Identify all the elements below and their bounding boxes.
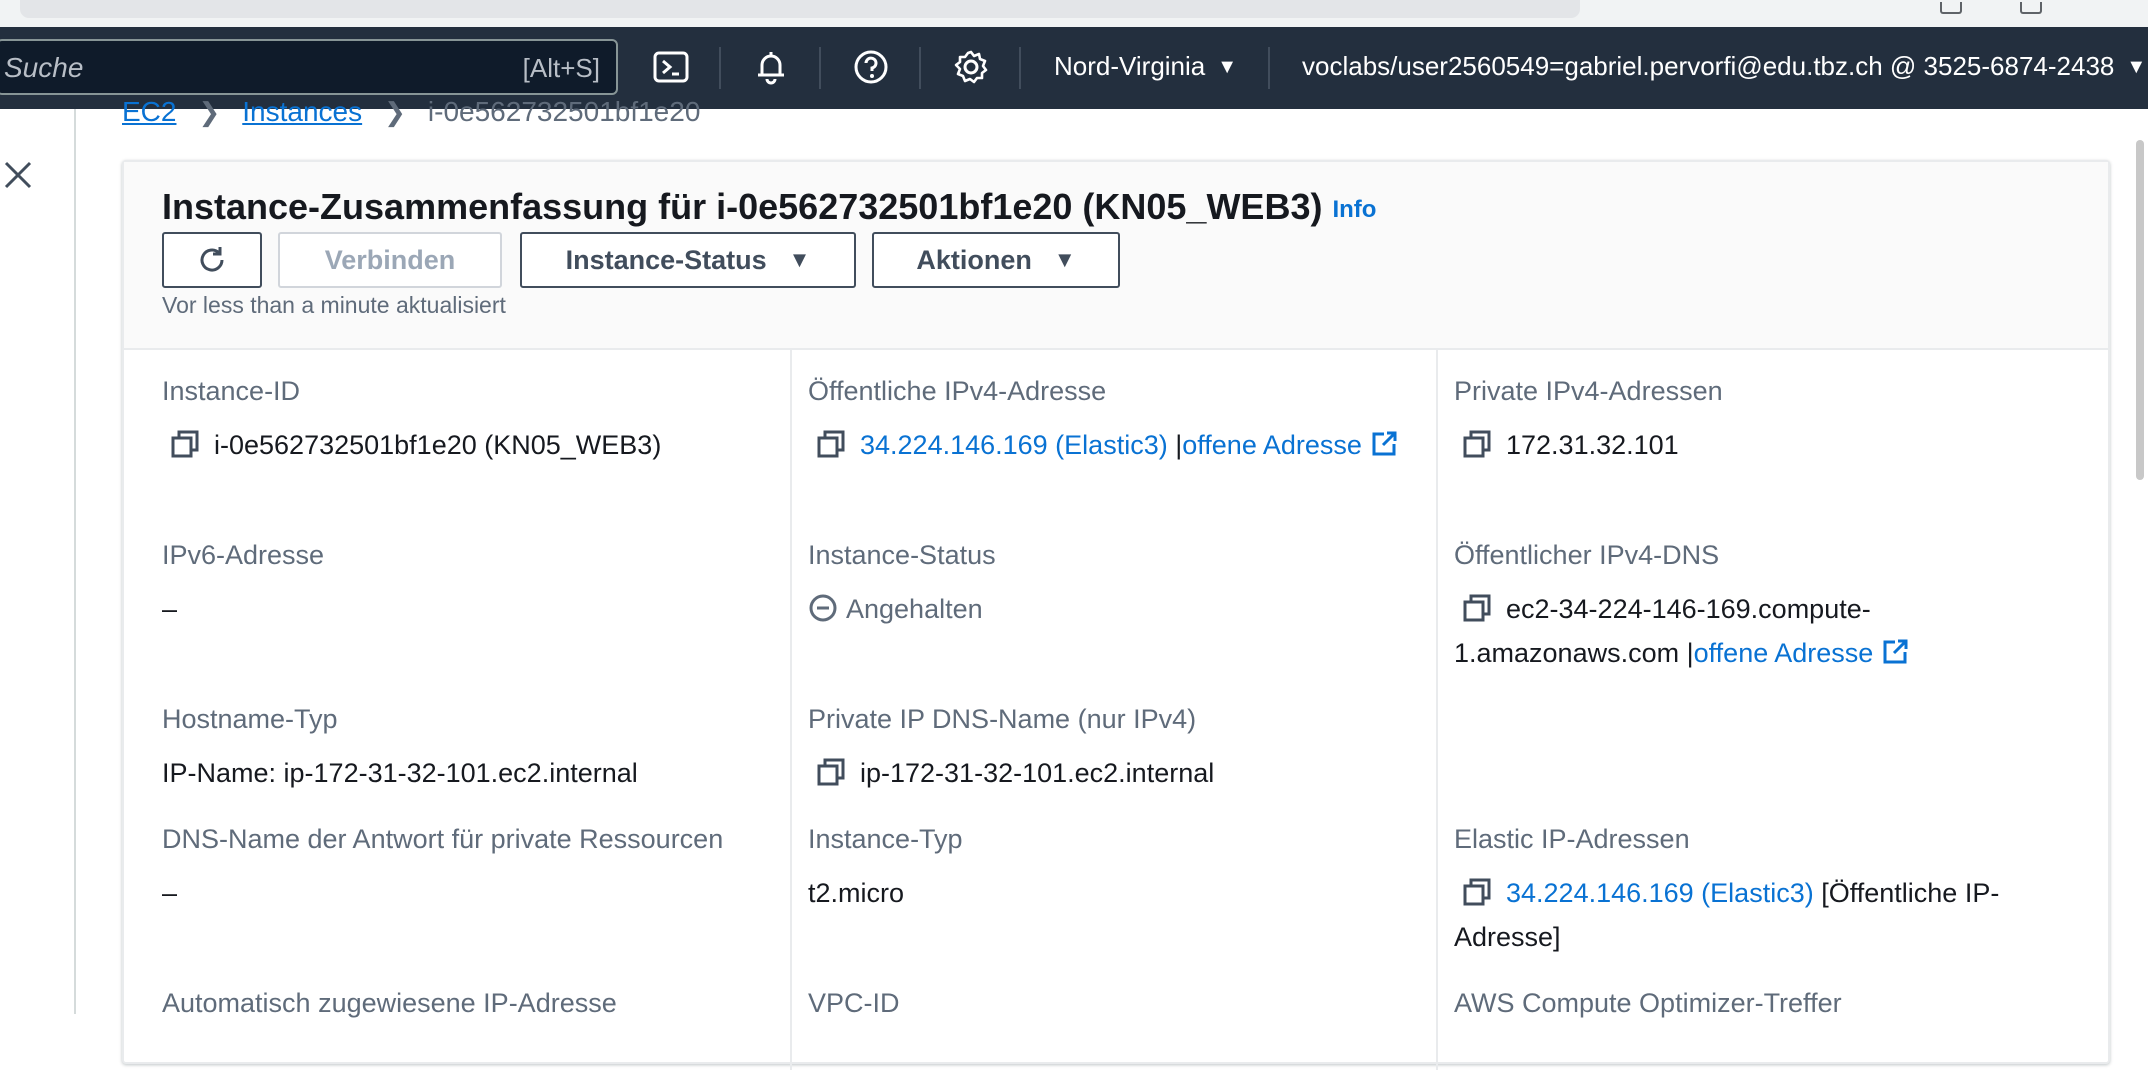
browser-icon[interactable]	[2020, 2, 2042, 14]
field-dns-answer-name: DNS-Name der Antwort für private Ressour…	[162, 824, 782, 915]
field-label: Automatisch zugewiesene IP-Adresse	[162, 988, 617, 1018]
page-scrollbar[interactable]	[2136, 140, 2144, 480]
copy-icon[interactable]	[1462, 429, 1492, 459]
copy-icon[interactable]	[1462, 877, 1492, 907]
status-text: Angehalten	[846, 594, 983, 624]
external-link-icon[interactable]	[1370, 430, 1398, 458]
field-label: IPv6-Adresse	[162, 540, 325, 570]
separator-text: |	[1686, 638, 1694, 668]
breadcrumb-current: i-0e562732501bf1e20	[427, 96, 701, 127]
field-label: Öffentlicher IPv4-DNS	[1454, 540, 1720, 570]
field-public-dns: Öffentlicher IPv4-DNS ec2-34-224-146-169…	[1454, 540, 2074, 675]
cloudshell-icon[interactable]	[649, 45, 693, 89]
close-icon[interactable]	[2, 159, 34, 191]
address-bar[interactable]	[20, 0, 1580, 18]
title-text: Instance-Zusammenfassung für i-0e5627325…	[162, 186, 1323, 227]
field-label: Instance-Status	[808, 540, 996, 570]
field-private-dns: Private IP DNS-Name (nur IPv4) ip-172-31…	[808, 704, 1408, 795]
refresh-icon	[200, 247, 224, 272]
chevron-right-icon: ❯	[198, 97, 221, 127]
account-menu[interactable]: voclabs/user2560549=gabriel.pervorfi@edu…	[1302, 51, 2146, 82]
elastic-ip-link[interactable]: 34.224.146.169 (Elastic3)	[1506, 878, 1814, 908]
field-value: ip-172-31-32-101.ec2.internal	[860, 758, 1215, 788]
nav-separator	[1268, 47, 1270, 89]
account-label: voclabs/user2560549=gabriel.pervorfi@edu…	[1302, 51, 2115, 81]
open-address-link[interactable]: offene Adresse	[1182, 430, 1362, 460]
instance-state-dropdown[interactable]: Instance-Status ▼	[520, 232, 856, 288]
browser-tab-strip	[0, 0, 2148, 27]
public-ip-link[interactable]: 34.224.146.169 (Elastic3)	[860, 430, 1168, 460]
field-value: IP-Name: ip-172-31-32-101.ec2.internal	[162, 758, 638, 788]
field-public-ipv4: Öffentliche IPv4-Adresse 34.224.146.169 …	[808, 376, 1408, 467]
browser-icon[interactable]	[1940, 2, 1962, 14]
field-label: AWS Compute Optimizer-Treffer	[1454, 988, 1842, 1018]
field-value: 172.31.32.101	[1506, 430, 1679, 460]
field-label: Instance-ID	[162, 376, 301, 406]
copy-icon[interactable]	[1462, 593, 1492, 623]
field-label: Instance-Typ	[808, 824, 963, 854]
search-box[interactable]: [Alt+S]	[0, 39, 618, 95]
field-label: Private IPv4-Adressen	[1454, 376, 1723, 406]
help-icon[interactable]	[849, 45, 893, 89]
field-value: –	[162, 594, 178, 624]
field-label: Private IP DNS-Name (nur IPv4)	[808, 704, 1197, 734]
column-divider	[790, 350, 792, 1070]
caret-down-icon: ▼	[1217, 56, 1238, 78]
search-input[interactable]	[2, 41, 486, 95]
field-instance-type: Instance-Typ t2.micro	[808, 824, 1408, 915]
field-label: Elastic IP-Adressen	[1454, 824, 1690, 854]
open-address-link[interactable]: offene Adresse	[1694, 638, 1874, 668]
actions-label: Aktionen	[916, 244, 1032, 275]
field-label: VPC-ID	[808, 988, 900, 1018]
field-auto-assigned-ip: Automatisch zugewiesene IP-Adresse	[162, 988, 782, 1019]
breadcrumb: EC2 ❯ Instances ❯ i-0e562732501bf1e20	[122, 96, 700, 128]
field-vpc-id: VPC-ID	[808, 988, 1408, 1019]
external-link-icon[interactable]	[1881, 638, 1909, 666]
breadcrumb-instances-link[interactable]: Instances	[242, 96, 362, 127]
side-navigation-collapsed	[0, 109, 76, 1014]
copy-icon[interactable]	[816, 757, 846, 787]
breadcrumb-ec2-link[interactable]: EC2	[122, 96, 176, 127]
field-label: Hostname-Typ	[162, 704, 338, 734]
field-instance-state: Instance-Status Angehalten	[808, 540, 1408, 631]
refresh-button[interactable]	[162, 232, 262, 288]
column-divider	[1436, 350, 1438, 1070]
nav-separator	[919, 47, 921, 89]
gear-icon[interactable]	[949, 45, 993, 89]
field-label: DNS-Name der Antwort für private Ressour…	[162, 824, 724, 854]
field-private-ipv4: Private IPv4-Adressen 172.31.32.101	[1454, 376, 2074, 467]
copy-icon[interactable]	[170, 429, 200, 459]
actions-dropdown[interactable]: Aktionen ▼	[872, 232, 1120, 288]
nav-separator	[819, 47, 821, 89]
page-title: Instance-Zusammenfassung für i-0e5627325…	[162, 186, 1376, 228]
connect-label: Verbinden	[324, 244, 456, 275]
region-label: Nord-Virginia	[1054, 51, 1206, 81]
caret-down-icon: ▼	[2126, 56, 2147, 78]
search-shortcut-hint: [Alt+S]	[522, 53, 600, 83]
info-link[interactable]: Info	[1332, 196, 1376, 223]
last-updated-text: Vor less than a minute aktualisiert	[162, 292, 506, 318]
field-elastic-ip: Elastic IP-Adressen 34.224.146.169 (Elas…	[1454, 824, 2074, 959]
instance-summary-panel: Instance-Zusammenfassung für i-0e5627325…	[122, 160, 2110, 1070]
caret-down-icon: ▼	[788, 247, 811, 272]
field-label: Öffentliche IPv4-Adresse	[808, 376, 1107, 406]
region-selector[interactable]: Nord-Virginia ▼	[1054, 51, 1237, 82]
field-compute-optimizer: AWS Compute Optimizer-Treffer	[1454, 988, 2074, 1019]
panel-header: Instance-Zusammenfassung für i-0e5627325…	[124, 162, 2108, 350]
field-ipv6: IPv6-Adresse –	[162, 540, 762, 631]
connect-button[interactable]: Verbinden	[278, 232, 502, 288]
nav-separator	[1019, 47, 1021, 89]
field-hostname-type: Hostname-Typ IP-Name: ip-172-31-32-101.e…	[162, 704, 762, 795]
field-value: –	[162, 878, 178, 908]
field-value: i-0e562732501bf1e20 (KN05_WEB3)	[214, 430, 662, 460]
copy-icon[interactable]	[816, 429, 846, 459]
field-instance-id: Instance-ID i-0e562732501bf1e20 (KN05_WE…	[162, 376, 762, 467]
field-value: t2.micro	[808, 878, 905, 908]
stopped-status-icon	[809, 594, 837, 622]
chevron-right-icon: ❯	[384, 97, 406, 127]
instance-state-label: Instance-Status	[565, 244, 767, 275]
nav-separator	[719, 47, 721, 89]
bell-icon[interactable]	[749, 45, 793, 89]
caret-down-icon: ▼	[1053, 247, 1076, 272]
